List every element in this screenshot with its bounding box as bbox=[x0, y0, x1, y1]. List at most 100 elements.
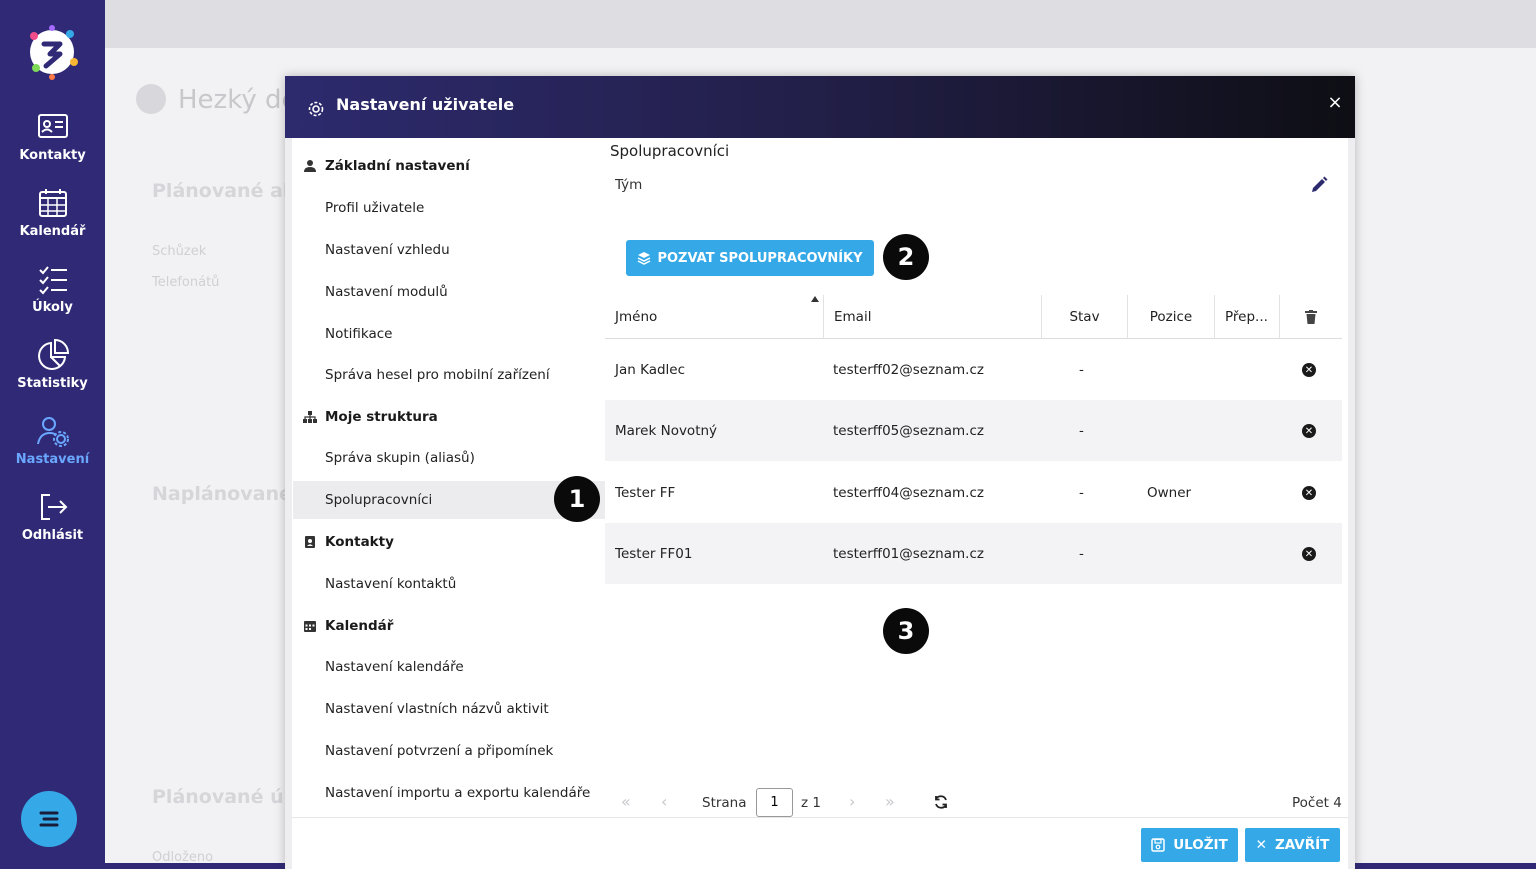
sidebar-item-label: Kalendář bbox=[19, 224, 86, 239]
table-row[interactable]: Jan Kadlec testerff02@seznam.cz - ✕ bbox=[605, 339, 1342, 400]
close-icon[interactable]: × bbox=[1325, 92, 1345, 113]
bg-card-line: Telefonátů bbox=[152, 275, 220, 290]
sidebar-item-label: Nastavení bbox=[15, 452, 90, 467]
column-header-label: Pozice bbox=[1149, 309, 1193, 325]
menu-item-profile[interactable]: Profil uživatele bbox=[325, 200, 424, 216]
address-book-icon bbox=[305, 536, 315, 548]
user-settings-icon bbox=[36, 417, 69, 447]
sidebar-item-settings[interactable]: Nastavení bbox=[0, 414, 105, 467]
cell-name: Marek Novotný bbox=[615, 422, 718, 439]
prev-page-icon[interactable]: ‹ bbox=[661, 792, 667, 811]
footer-divider bbox=[292, 817, 1348, 818]
sidebar-item-contacts[interactable]: Kontakty bbox=[0, 110, 105, 163]
contact-card-icon bbox=[37, 114, 68, 138]
menu-item-mobile-passwords[interactable]: Správa hesel pro mobilní zařízení bbox=[325, 367, 550, 383]
column-header-email[interactable]: Email bbox=[823, 295, 1041, 339]
menu-section-structure: Moje struktura bbox=[303, 409, 438, 425]
sort-ascending-icon[interactable] bbox=[811, 296, 819, 302]
cell-email: testerff01@seznam.cz bbox=[833, 545, 984, 562]
invite-collaborators-button[interactable]: POZVAT SPOLUPRACOVNÍKY bbox=[626, 240, 874, 276]
column-header-delete[interactable] bbox=[1279, 295, 1342, 339]
sidebar-item-label: Odhlásit bbox=[21, 528, 84, 543]
menu-item-notifications[interactable]: Notifikace bbox=[325, 326, 393, 342]
cell-name: Tester FF bbox=[615, 484, 676, 501]
menu-item-groups[interactable]: Správa skupin (aliasů) bbox=[325, 450, 475, 466]
cell-email: testerff02@seznam.cz bbox=[833, 361, 984, 378]
checklist-icon bbox=[38, 266, 67, 295]
menu-item-import-export[interactable]: Nastavení importu a exportu kalendáře bbox=[325, 785, 590, 801]
layers-icon bbox=[638, 252, 651, 265]
column-header-status[interactable]: Stav bbox=[1041, 295, 1127, 339]
bg-card-title: Naplánované bbox=[152, 483, 292, 505]
cell-status: - bbox=[1079, 484, 1084, 501]
cell-email: testerff04@seznam.cz bbox=[833, 484, 984, 501]
step-badge-3: 3 bbox=[883, 608, 929, 654]
column-header-position[interactable]: Pozice bbox=[1127, 295, 1214, 339]
menu-item-calendar-settings[interactable]: Nastavení kalendáře bbox=[325, 659, 464, 675]
invite-button-label: POZVAT SPOLUPRACOVNÍKY bbox=[657, 250, 863, 266]
gear-icon bbox=[308, 101, 324, 117]
app-logo-icon[interactable] bbox=[22, 22, 82, 82]
sidebar-item-label: Kontakty bbox=[19, 148, 86, 163]
column-header-label: Email bbox=[834, 309, 872, 325]
calendar-icon bbox=[38, 189, 67, 217]
table-row[interactable]: Tester FF01 testerff01@seznam.cz - ✕ bbox=[605, 523, 1342, 584]
chat-button[interactable] bbox=[21, 791, 77, 847]
collaborators-table-header: Jméno Email Stav Pozice Přep... bbox=[605, 295, 1342, 339]
bg-card-title: Plánované ak bbox=[152, 180, 296, 202]
refresh-icon[interactable] bbox=[933, 794, 949, 810]
column-header-label: Jméno bbox=[615, 309, 658, 325]
column-header-name[interactable]: Jméno bbox=[605, 295, 823, 339]
bg-card-line: Schůzek bbox=[152, 244, 207, 259]
bg-card-title: Plánované úk bbox=[152, 786, 297, 808]
step-badge-1: 1 bbox=[554, 476, 600, 522]
close-button-label: ZAVŘÍT bbox=[1274, 837, 1330, 853]
remove-icon[interactable]: ✕ bbox=[1302, 424, 1316, 438]
pager-of-label: z 1 bbox=[801, 795, 821, 811]
sidebar-item-statistics[interactable]: Statistiky bbox=[0, 338, 105, 391]
menu-section-label: Základní nastavení bbox=[325, 158, 470, 174]
logout-icon bbox=[40, 494, 67, 520]
record-count: Počet 4 bbox=[1292, 795, 1342, 811]
chat-icon bbox=[39, 811, 59, 827]
modal-left-gutter bbox=[285, 138, 292, 869]
org-structure-icon bbox=[303, 411, 317, 423]
pager-page-label: Strana bbox=[702, 795, 747, 811]
cell-email: testerff05@seznam.cz bbox=[833, 422, 984, 439]
modal-scrollbar[interactable] bbox=[1348, 138, 1355, 869]
save-button-label: ULOŽIT bbox=[1173, 837, 1228, 853]
table-row[interactable]: Tester FF testerff04@seznam.cz - Owner ✕ bbox=[605, 462, 1342, 523]
greeting-text: Hezký de bbox=[178, 85, 298, 115]
menu-item-collaborators[interactable]: Spolupracovníci bbox=[325, 492, 432, 508]
user-settings-modal: Nastavení uživatele × Základní nastavení… bbox=[285, 76, 1355, 869]
page-number-input[interactable] bbox=[756, 788, 793, 817]
save-button[interactable]: ULOŽIT bbox=[1141, 828, 1238, 862]
user-icon bbox=[304, 160, 316, 172]
remove-icon[interactable]: ✕ bbox=[1302, 486, 1316, 500]
last-page-icon[interactable]: » bbox=[885, 792, 895, 811]
sidebar-item-calendar[interactable]: Kalendář bbox=[0, 186, 105, 239]
step-badge-2: 2 bbox=[883, 234, 929, 280]
first-page-icon[interactable]: « bbox=[621, 792, 631, 811]
menu-item-appearance[interactable]: Nastavení vzhledu bbox=[325, 242, 450, 258]
sidebar-item-logout[interactable]: Odhlásit bbox=[0, 490, 105, 543]
pencil-icon[interactable] bbox=[1309, 175, 1329, 195]
column-header-label: Přep... bbox=[1225, 309, 1268, 325]
menu-section-calendar: Kalendář bbox=[303, 618, 393, 634]
sidebar-item-tasks[interactable]: Úkoly bbox=[0, 262, 105, 315]
team-label: Tým bbox=[615, 177, 643, 193]
trash-icon bbox=[1305, 310, 1317, 324]
column-header-switch[interactable]: Přep... bbox=[1214, 295, 1279, 339]
menu-item-confirmations[interactable]: Nastavení potvrzení a připomínek bbox=[325, 743, 553, 759]
menu-item-contact-settings[interactable]: Nastavení kontaktů bbox=[325, 576, 456, 592]
avatar bbox=[136, 84, 166, 114]
menu-section-label: Kontakty bbox=[325, 534, 394, 550]
remove-icon[interactable]: ✕ bbox=[1302, 363, 1316, 377]
table-row[interactable]: Marek Novotný testerff05@seznam.cz - ✕ bbox=[605, 400, 1342, 461]
menu-item-modules[interactable]: Nastavení modulů bbox=[325, 284, 448, 300]
cell-status: - bbox=[1079, 422, 1084, 439]
remove-icon[interactable]: ✕ bbox=[1302, 547, 1316, 561]
close-button[interactable]: ✕ ZAVŘÍT bbox=[1245, 828, 1340, 862]
menu-item-activity-names[interactable]: Nastavení vlastních názvů aktivit bbox=[325, 701, 549, 717]
next-page-icon[interactable]: › bbox=[849, 792, 855, 811]
